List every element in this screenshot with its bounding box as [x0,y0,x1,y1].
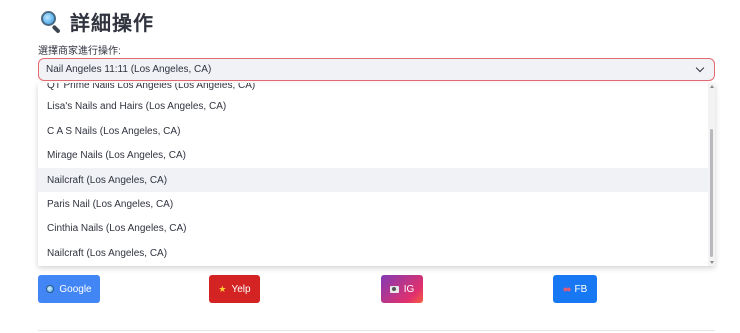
page-title-text: 詳細操作 [70,12,154,35]
ig-button[interactable]: IG [381,275,423,303]
yelp-button[interactable]: ★ Yelp [209,275,260,303]
magnifier-icon [40,10,62,34]
select-value: Nail Angeles 11:11 (Los Angeles, CA) [46,64,212,75]
scroll-up-icon[interactable] [710,85,714,88]
scrollbar[interactable] [708,83,715,266]
dropdown-option-highlighted[interactable]: Nailcraft (Los Angeles, CA) [38,168,708,192]
divider [38,330,715,331]
scrollbar-thumb[interactable] [710,129,713,257]
fb-button-label: FB [574,283,588,295]
google-button-label: Google [59,283,92,295]
fb-button[interactable]: ●● FB [553,275,597,303]
scroll-down-icon[interactable] [710,261,714,264]
select-label: 選擇商家進行操作: [38,46,121,57]
business-select[interactable]: Nail Angeles 11:11 (Los Angeles, CA) [38,58,715,81]
dropdown-option[interactable]: C A S Nails (Los Angeles, CA) [38,119,708,143]
chevron-down-icon[interactable] [696,65,704,73]
dropdown-option[interactable]: Paris Nail (Los Angeles, CA) [38,192,708,216]
google-button[interactable]: Google [38,275,100,303]
ig-button-label: IG [403,283,415,295]
dropdown-option[interactable]: Lisa's Nails and Hairs (Los Angeles, CA) [38,94,708,118]
page-title: 詳細操作 [40,6,154,36]
dropdown-option[interactable]: Cinthia Nails (Los Angeles, CA) [38,216,708,240]
dropdown-option[interactable]: Mirage Nails (Los Angeles, CA) [38,143,708,167]
camera-icon [389,285,399,293]
select-dropdown-list[interactable]: QT Prime Nails Los Angeles (Los Angeles,… [38,83,715,266]
people-icon: ●● [562,284,572,294]
star-icon: ★ [218,283,227,294]
yelp-button-label: Yelp [231,283,251,295]
dropdown-option[interactable]: Nailcraft (Los Angeles, CA) [38,241,708,265]
magnifier-icon [46,285,55,293]
